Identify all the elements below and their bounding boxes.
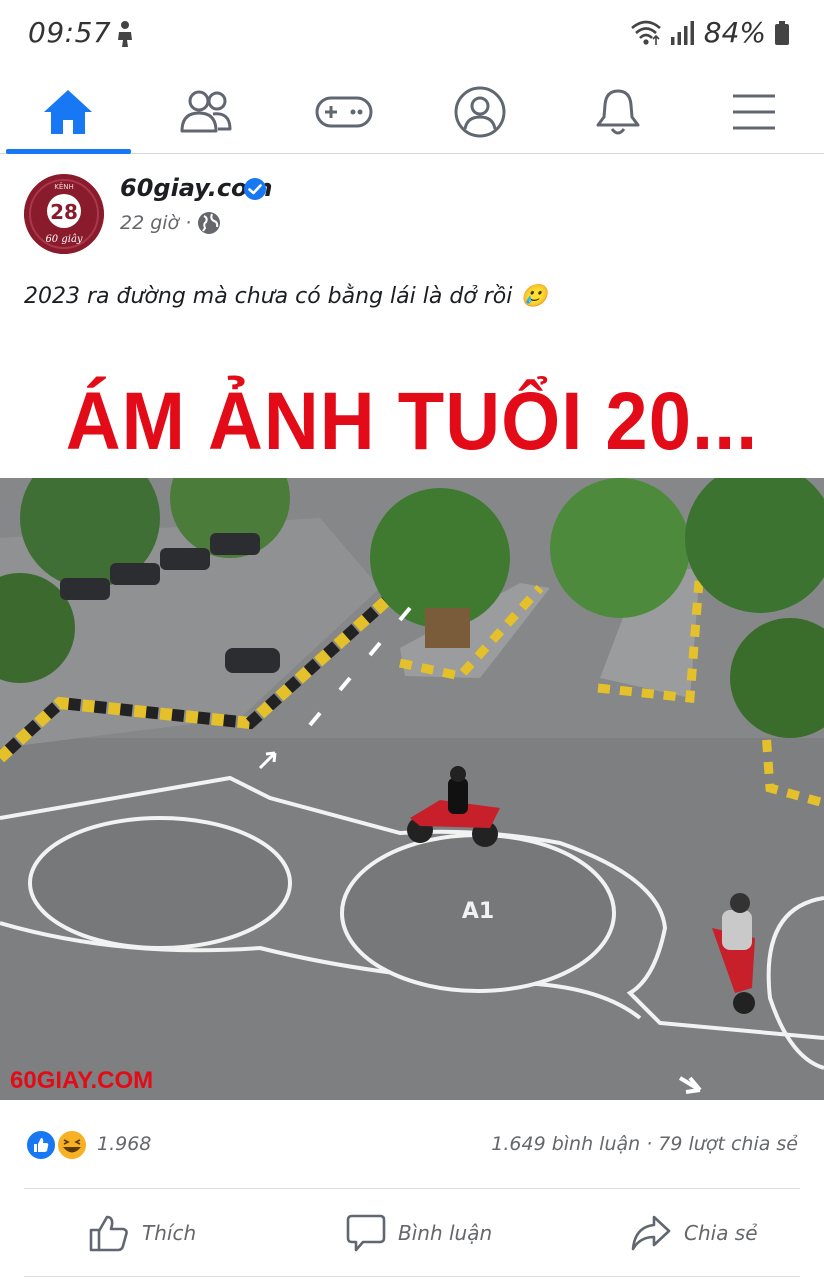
post-image-headline-area[interactable]: ÁM ẢNH TUỔI 20...: [0, 330, 824, 480]
nav-profile[interactable]: [420, 70, 540, 154]
nav-notifications[interactable]: [558, 70, 678, 154]
svg-text:60 giây: 60 giây: [45, 234, 82, 245]
like-reaction-icon: [25, 1129, 57, 1161]
friends-icon: [180, 90, 232, 133]
status-right: 84%: [630, 16, 790, 49]
share-icon: [631, 1215, 671, 1251]
like-label: Thích: [142, 1221, 197, 1245]
status-time: 09:57: [28, 16, 112, 49]
person-icon: [118, 21, 132, 47]
signal-icon: [670, 20, 694, 45]
meta-separator: ·: [185, 212, 192, 234]
wifi-icon: [630, 20, 661, 45]
avatar-logo: KÊNH 28 60 giây: [24, 174, 104, 254]
menu-icon: [733, 94, 775, 130]
post-actions: Thích Bình luận Chia sẻ: [0, 1189, 824, 1277]
nav-home[interactable]: [8, 70, 128, 154]
bell-icon: [596, 89, 640, 135]
share-button[interactable]: Chia sẻ: [630, 1189, 758, 1277]
post-caption: 2023 ra đường mà chưa có bằng lái là dở …: [24, 284, 548, 309]
comment-icon: [346, 1214, 386, 1252]
haha-reaction-icon: [56, 1129, 88, 1161]
verified-badge-icon: [244, 178, 266, 200]
nav-friends[interactable]: [146, 70, 266, 154]
comment-label: Bình luận: [398, 1221, 493, 1245]
thumbs-up-icon: [89, 1215, 128, 1252]
like-button[interactable]: Thích: [88, 1189, 196, 1277]
driving-track-illustration: A1 60GIAY.COM: [0, 478, 824, 1100]
reaction-count[interactable]: 1.968: [97, 1133, 151, 1155]
home-icon: [44, 90, 92, 134]
post-meta: 22 giờ ·: [120, 211, 221, 235]
share-label: Chia sẻ: [684, 1221, 758, 1245]
status-bar: 09:57 84%: [0, 0, 824, 70]
divider-bottom: [24, 1276, 800, 1277]
caption-emoji: 🥲: [520, 284, 548, 309]
globe-icon: [198, 212, 221, 234]
image-headline: ÁM ẢNH TUỔI 20...: [65, 375, 759, 468]
nav-menu[interactable]: [694, 70, 814, 154]
page-avatar[interactable]: KÊNH 28 60 giây: [24, 174, 104, 254]
comments-shares-count[interactable]: 1.649 bình luận · 79 lượt chia sẻ: [491, 1133, 798, 1155]
svg-text:KÊNH: KÊNH: [54, 182, 74, 191]
battery-icon: [775, 20, 789, 45]
profile-icon: [454, 86, 506, 138]
top-nav-bar: [0, 70, 824, 154]
reactions-row: 1.968 1.649 bình luận · 79 lượt chia sẻ: [0, 1100, 824, 1188]
svg-text:60GIAY.COM: 60GIAY.COM: [10, 1067, 153, 1094]
active-tab-indicator: [6, 149, 131, 154]
post-photo[interactable]: A1 60GIAY.COM: [0, 478, 824, 1100]
caption-text: 2023 ra đường mà chưa có bằng lái là dở …: [24, 284, 513, 309]
svg-text:A1: A1: [462, 899, 494, 924]
svg-text:28: 28: [50, 200, 78, 224]
nav-gaming[interactable]: [284, 70, 404, 154]
gamepad-icon: [315, 96, 373, 128]
comment-button[interactable]: Bình luận: [346, 1189, 492, 1277]
battery-percent: 84%: [703, 16, 766, 49]
reaction-icons[interactable]: [24, 1128, 90, 1162]
post-time[interactable]: 22 giờ: [120, 212, 179, 234]
